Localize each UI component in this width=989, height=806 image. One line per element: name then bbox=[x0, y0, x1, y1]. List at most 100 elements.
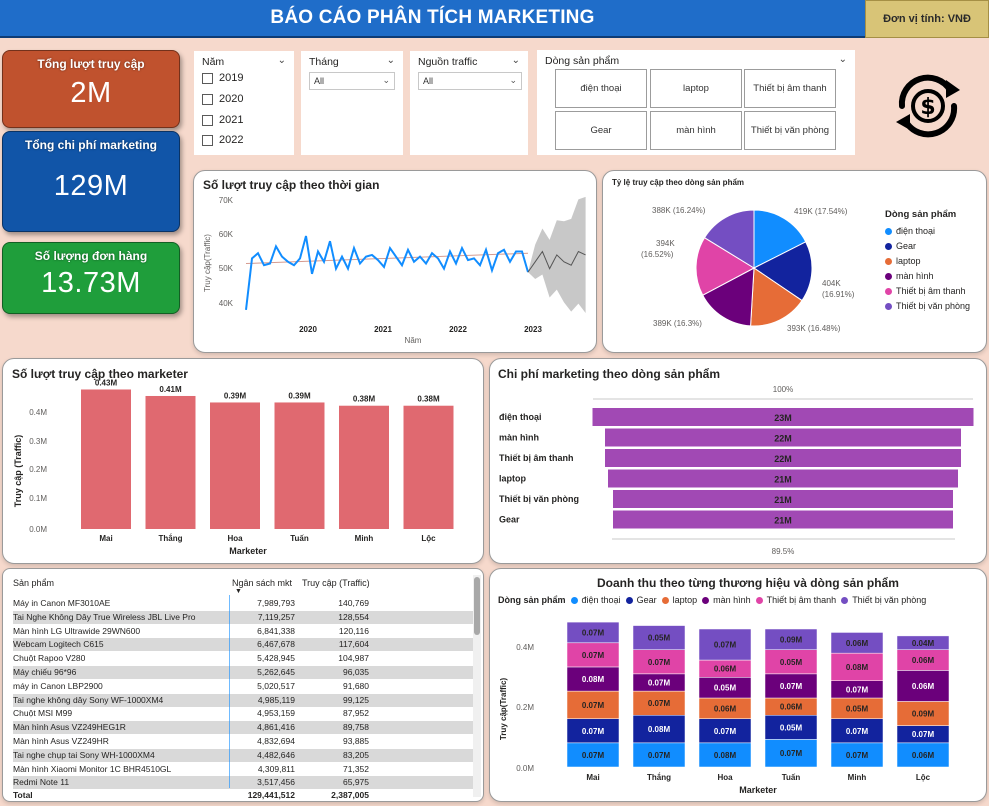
table-total-row: Total 129,441,512 2,387,005 bbox=[13, 790, 369, 800]
table-cell: 93,885 bbox=[343, 736, 369, 746]
table-cell: 4,482,646 bbox=[257, 749, 295, 760]
table-scrollbar[interactable] bbox=[473, 575, 481, 797]
product-tile[interactable]: điện thoại bbox=[555, 69, 647, 108]
col-header[interactable]: Sản phẩm bbox=[13, 578, 54, 588]
legend-item[interactable]: màn hình bbox=[885, 271, 970, 281]
legend-item[interactable]: Thiết bị âm thanh bbox=[885, 286, 970, 296]
product-tile[interactable]: Gear bbox=[555, 111, 647, 150]
table-cell: 89,758 bbox=[343, 722, 369, 733]
table-cell: Màn hình Asus VZ249HR bbox=[13, 736, 109, 746]
table-cell: Màn hình LG Ultrawide 29WN600 bbox=[13, 625, 141, 636]
funnel-value: 21M bbox=[774, 516, 792, 526]
stacked-bar-chart[interactable]: 0.4M 0.2M 0.0M Marketer Truy cập(Traffic… bbox=[490, 569, 988, 803]
product-tile[interactable]: Thiết bị âm thanh bbox=[744, 69, 836, 108]
x-tick: 2021 bbox=[374, 325, 392, 334]
year-option[interactable]: 2021 bbox=[202, 114, 243, 126]
marketer-bar-panel: Số lượt truy cập theo marketer 0.4M 0.3M… bbox=[2, 358, 484, 564]
x-axis-label: Năm bbox=[405, 336, 422, 345]
y-tick: 0.2M bbox=[516, 703, 534, 712]
table-cell: 7,119,257 bbox=[257, 611, 295, 622]
segment-label: 0.07M bbox=[582, 727, 605, 736]
pie-label: 393K (16.48%) bbox=[787, 324, 841, 333]
table-row[interactable]: Chuột MSI M99 4,953,159 87,952 bbox=[13, 707, 475, 720]
segment-label: 0.06M bbox=[714, 665, 737, 674]
segment-label: 0.07M bbox=[846, 727, 869, 736]
chevron-down-icon[interactable]: ⌄ bbox=[839, 54, 847, 65]
table-row[interactable]: Màn hình Xiaomi Monitor 1C BHR4510GL 4,30… bbox=[13, 763, 475, 776]
table-cell: 71,352 bbox=[343, 763, 369, 774]
legend-item[interactable]: điện thoại bbox=[885, 226, 970, 236]
segment-label: 0.09M bbox=[912, 710, 935, 719]
line-chart-panel: Số lượt truy cập theo thời gian 70K 60K … bbox=[193, 170, 597, 353]
x-tick: Minh bbox=[355, 534, 374, 543]
product-tile[interactable]: laptop bbox=[650, 69, 742, 108]
col-header[interactable]: Ngân sách mkt bbox=[232, 578, 292, 588]
scrollbar-thumb[interactable] bbox=[474, 577, 480, 635]
funnel-chart[interactable]: 100% 89.5% 23M điện thoại 22M màn hình 22M Th… bbox=[490, 359, 988, 565]
sort-desc-icon[interactable]: ▼ bbox=[235, 588, 242, 595]
table-row[interactable]: Máy in Canon MF3010AE 7,989,793 140,769 bbox=[13, 597, 475, 610]
y-tick: 0.4M bbox=[516, 643, 534, 652]
segment-label: 0.08M bbox=[714, 751, 737, 760]
table-cell: 83,205 bbox=[343, 749, 369, 760]
table-row[interactable]: Redmi Note 11 3,517,456 65,975 bbox=[13, 776, 475, 790]
legend-item[interactable]: Thiết bị văn phòng bbox=[885, 301, 970, 311]
table-row[interactable]: Màn hình LG Ultrawide 29WN600 6,841,338 12… bbox=[13, 625, 475, 638]
checkbox[interactable] bbox=[202, 114, 213, 126]
year-option[interactable]: 2019 bbox=[202, 72, 243, 84]
legend-item[interactable]: Gear bbox=[885, 241, 970, 251]
checkbox[interactable] bbox=[202, 72, 213, 84]
line-chart[interactable]: 70K 60K 50K 40K 2020 2021 2022 2023 Năm … bbox=[194, 171, 598, 354]
segment-label: 0.06M bbox=[912, 656, 935, 665]
table-row[interactable]: Chuột Rapoo V280 5,428,945 104,987 bbox=[13, 652, 475, 665]
checkbox[interactable] bbox=[202, 93, 213, 105]
slicer-year: Năm ⌄ 2019 2020 2021 2022 bbox=[194, 51, 294, 155]
traffic-dropdown[interactable]: All ⌄ bbox=[418, 72, 522, 90]
pie-label: 404K bbox=[822, 279, 841, 288]
bar bbox=[145, 395, 196, 529]
checkbox[interactable] bbox=[202, 134, 213, 146]
table-row[interactable]: Màn hình Asus VZ249HEG1R 4,861,416 89,758 bbox=[13, 721, 475, 735]
segment-label: 0.07M bbox=[648, 658, 671, 667]
bar-data-label: 0.38M bbox=[417, 395, 440, 404]
column-divider bbox=[229, 595, 230, 788]
x-tick: Hoa bbox=[717, 773, 733, 782]
slicer-title: Năm bbox=[202, 56, 225, 68]
y-tick: 0.3M bbox=[29, 437, 47, 446]
kpi-label: Tổng lượt truy cập bbox=[37, 57, 145, 71]
table-cell: 6,841,338 bbox=[257, 625, 295, 636]
kpi-value: 13.73M bbox=[41, 267, 141, 299]
table-row[interactable]: Tai Nghe Không Dây True Wireless JBL Liv… bbox=[13, 610, 475, 624]
table-cell: 5,020,517 bbox=[257, 680, 295, 691]
month-dropdown[interactable]: All ⌄ bbox=[309, 72, 395, 90]
table-row[interactable]: máy in Canon LBP2900 5,020,517 91,680 bbox=[13, 680, 475, 693]
table-cell: 5,428,945 bbox=[257, 653, 295, 664]
chevron-down-icon[interactable]: ⌄ bbox=[387, 55, 395, 66]
chevron-down-icon[interactable]: ⌄ bbox=[512, 55, 520, 66]
table-row[interactable]: Màn hình Asus VZ249HR 4,832,694 93,885 bbox=[13, 735, 475, 748]
table-cell: Máy in Canon MF3010AE bbox=[13, 598, 111, 608]
table-cell: 65,975 bbox=[343, 777, 369, 788]
table-row[interactable]: Tai nghe không dây Sony WF-1000XM4 4,985,… bbox=[13, 693, 475, 707]
chevron-down-icon[interactable]: ⌄ bbox=[278, 55, 286, 66]
segment-label: 0.07M bbox=[648, 751, 671, 760]
year-option[interactable]: 2020 bbox=[202, 93, 243, 105]
slicer-product-line: Dòng sản phẩm ⌄ điện thoại laptop Thiết … bbox=[537, 50, 855, 155]
table-cell: 4,832,694 bbox=[257, 736, 295, 746]
table-row[interactable]: Webcam Logitech C615 6,467,678 117,604 bbox=[13, 638, 475, 652]
funnel-category: Gear bbox=[499, 515, 520, 525]
table-row[interactable]: Tai nghe chụp tai Sony WH-1000XM4 4,482,6… bbox=[13, 748, 475, 762]
segment-label: 0.08M bbox=[582, 675, 605, 684]
product-tile[interactable]: màn hình bbox=[650, 111, 742, 150]
y-tick: 0.0M bbox=[516, 764, 534, 773]
year-option[interactable]: 2022 bbox=[202, 134, 243, 146]
table-cell: Redmi Note 11 bbox=[13, 777, 70, 788]
table-cell: 117,604 bbox=[338, 639, 369, 650]
table-row[interactable]: Máy chiếu 96*96 5,262,645 96,035 bbox=[13, 666, 475, 679]
legend-item[interactable]: laptop bbox=[885, 256, 970, 266]
col-header[interactable]: Truy cập (Traffic) bbox=[302, 578, 370, 588]
table-cell: Tai Nghe Không Dây True Wireless JBL Liv… bbox=[13, 611, 196, 622]
marketer-bar-chart[interactable]: 0.4M 0.3M 0.2M 0.1M 0.0M Marketer Truy c… bbox=[3, 359, 485, 565]
table-cell: 99,125 bbox=[343, 694, 369, 705]
product-tile[interactable]: Thiết bị văn phòng bbox=[744, 111, 836, 150]
